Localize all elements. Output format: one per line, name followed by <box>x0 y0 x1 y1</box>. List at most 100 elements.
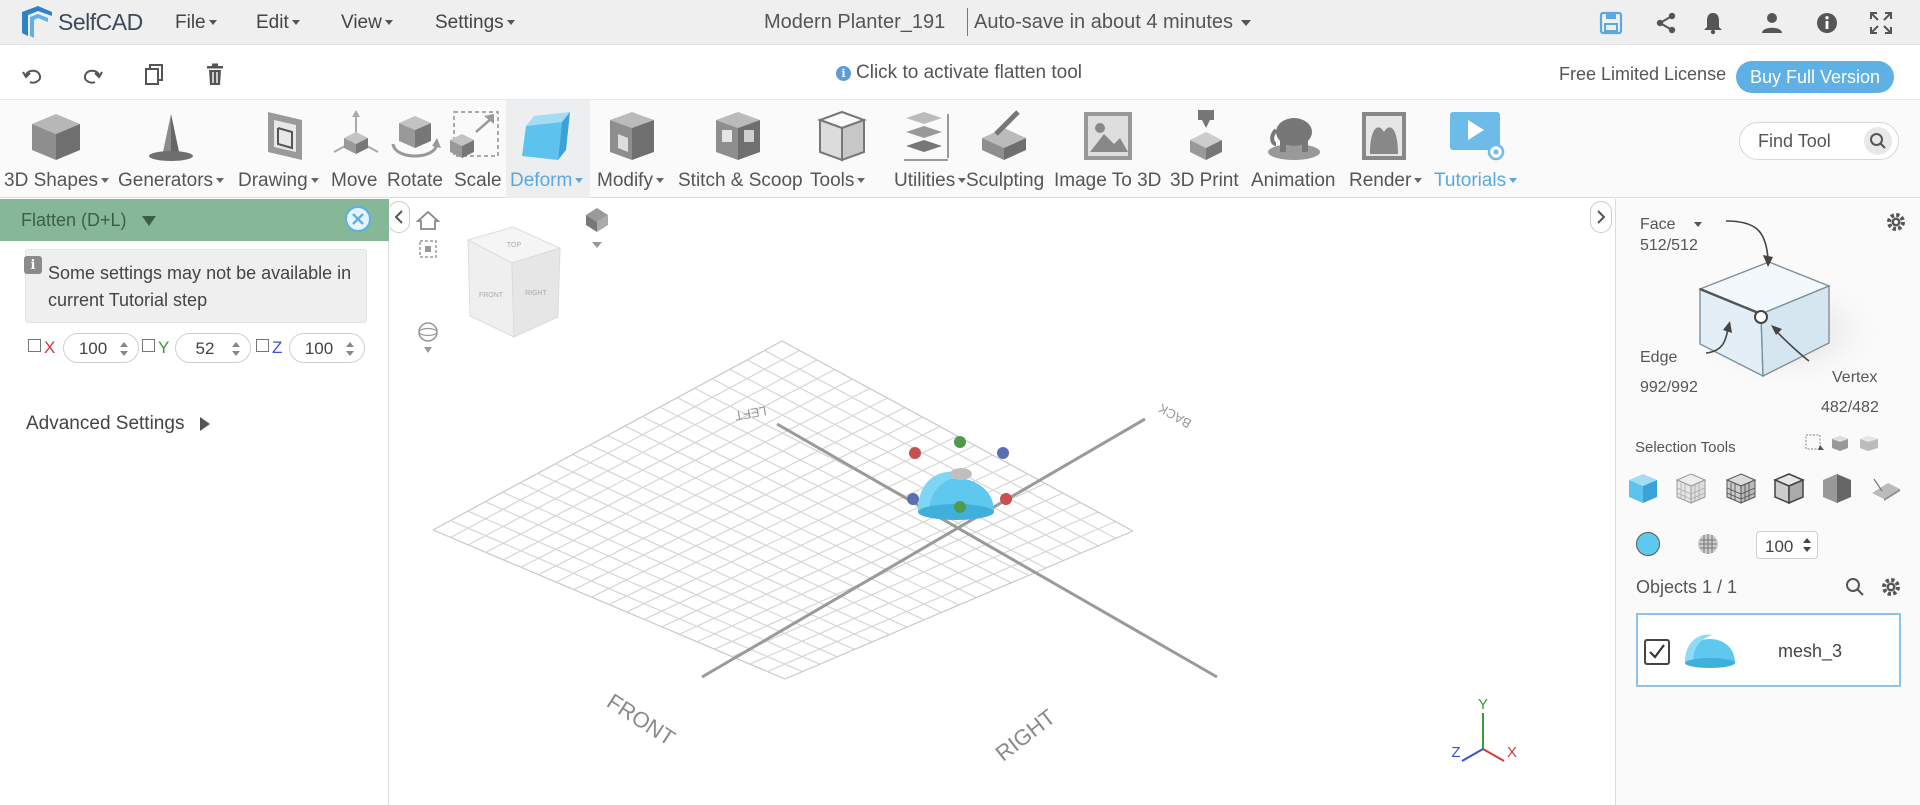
home-icon[interactable] <box>415 210 441 230</box>
select-edge-icon[interactable] <box>1724 471 1758 505</box>
image-to-3d-icon <box>1084 112 1132 160</box>
delete-icon[interactable] <box>202 61 228 87</box>
tool-3d-shapes[interactable]: 3D Shapes <box>0 100 110 198</box>
save-icon[interactable] <box>1598 10 1624 36</box>
select-object-icon[interactable] <box>1626 471 1660 505</box>
hemisphere-object[interactable] <box>918 468 994 520</box>
svg-text:RIGHT: RIGHT <box>525 290 548 297</box>
tutorial-tip: i Some settings may not be available in … <box>24 249 367 323</box>
camera-view-icon[interactable] <box>586 208 608 248</box>
info-icon[interactable] <box>1814 10 1840 36</box>
title-divider <box>967 8 968 36</box>
tool-settings-panel: Flatten (D+L) i Some settings may not be… <box>0 199 389 805</box>
stepper-icon[interactable] <box>346 341 354 357</box>
redo-icon[interactable] <box>80 61 106 87</box>
tool-move[interactable]: Move <box>326 100 382 198</box>
tool-generators[interactable]: Generators <box>113 100 229 198</box>
tool-tools[interactable]: Tools <box>806 100 878 198</box>
tool-render[interactable]: Render <box>1344 100 1424 198</box>
select-face-icon[interactable] <box>1674 471 1708 505</box>
3d-viewport[interactable]: RIGHT FRONT LEFT BACK TOP FRONT RIGHT Y … <box>390 199 1614 805</box>
share-icon[interactable] <box>1653 10 1679 36</box>
gear-icon[interactable] <box>1880 576 1902 598</box>
close-icon[interactable] <box>345 206 371 232</box>
collapse-left-panel-button[interactable] <box>390 201 410 233</box>
select-polygon-icon[interactable] <box>1820 471 1854 505</box>
object-list-item[interactable]: mesh_3 <box>1636 613 1901 687</box>
user-icon[interactable] <box>1759 10 1785 36</box>
panel-title: Flatten (D+L) <box>21 210 127 230</box>
vertex-count: 482/482 <box>1821 399 1879 416</box>
panel-header[interactable]: Flatten (D+L) <box>0 199 389 241</box>
color-swatch[interactable] <box>1636 532 1660 556</box>
axis-x-value[interactable]: 100 <box>63 333 139 363</box>
object-visibility-checkbox[interactable] <box>1644 639 1670 665</box>
vertex-label: Vertex <box>1832 369 1878 386</box>
advanced-settings-toggle[interactable]: Advanced Settings <box>26 413 211 435</box>
chevron-right-icon <box>200 417 211 431</box>
menu-file[interactable]: File <box>175 12 217 34</box>
zoom-fit-icon[interactable] <box>419 240 437 258</box>
axis-x-checkbox[interactable] <box>28 339 41 352</box>
svg-text:Y: Y <box>1478 696 1488 713</box>
stepper-icon[interactable] <box>120 341 128 357</box>
sculpting-icon <box>982 110 1026 160</box>
search-icon[interactable] <box>1864 127 1892 155</box>
select-vertex-icon[interactable] <box>1772 471 1806 505</box>
axis-y-checkbox[interactable] <box>142 339 155 352</box>
tool-scale[interactable]: Scale <box>448 100 504 198</box>
drawing-icon <box>268 112 302 160</box>
deform-icon <box>522 112 570 160</box>
tool-tutorials[interactable]: Tutorials <box>1428 100 1524 198</box>
find-tool-input[interactable] <box>1758 131 1868 152</box>
opacity-input[interactable]: 100 <box>1756 531 1818 559</box>
collapse-right-panel-button[interactable] <box>1590 201 1612 233</box>
bell-icon[interactable] <box>1700 10 1726 36</box>
objects-count: Objects 1 / 1 <box>1636 577 1738 597</box>
menu-bar: SelfCAD File Edit View Settings Modern P… <box>0 0 1920 45</box>
selfcad-logo[interactable]: SelfCAD <box>18 4 143 40</box>
gear-icon[interactable] <box>1885 211 1907 238</box>
project-title[interactable]: Modern Planter_191 <box>764 11 945 34</box>
tool-stitch-scoop[interactable]: Stitch & Scoop <box>674 100 803 198</box>
undo-icon[interactable] <box>19 61 45 87</box>
select-plane-icon[interactable] <box>1868 471 1902 505</box>
grid-label-front: FRONT <box>603 689 680 751</box>
stepper-icon[interactable] <box>232 341 240 357</box>
stepper-icon[interactable] <box>1803 537 1811 553</box>
tool-modify[interactable]: Modify <box>594 100 670 198</box>
fullscreen-icon[interactable] <box>1868 10 1894 36</box>
axis-z-checkbox[interactable] <box>256 339 269 352</box>
tool-sculpting[interactable]: Sculpting <box>962 100 1048 198</box>
axis-y-value[interactable]: 52 <box>175 333 251 363</box>
object-name: mesh_3 <box>1778 641 1843 661</box>
menu-view[interactable]: View <box>341 12 393 34</box>
info-icon: i <box>24 256 42 274</box>
texture-icon[interactable] <box>1696 532 1720 556</box>
copy-icon[interactable] <box>141 61 167 87</box>
tool-image-to-3d[interactable]: Image To 3D <box>1050 100 1164 198</box>
chevron-down-icon[interactable] <box>142 216 156 226</box>
tool-deform[interactable]: Deform <box>506 100 590 198</box>
selection-mode-icons[interactable] <box>1804 432 1884 452</box>
tool-animation[interactable]: Animation <box>1248 100 1342 198</box>
buy-full-version-button[interactable]: Buy Full Version <box>1736 61 1894 93</box>
autosave-status[interactable]: Auto-save in about 4 minutes <box>974 11 1252 34</box>
axis-z-value[interactable]: 100 <box>289 333 365 363</box>
find-tool-search[interactable] <box>1739 122 1899 160</box>
scale-icon <box>450 111 499 158</box>
tool-3d-print[interactable]: 3D Print <box>1166 100 1246 198</box>
orbit-icon[interactable] <box>418 322 438 353</box>
modify-icon <box>610 112 654 160</box>
grid-label-left: LEFT <box>734 403 768 423</box>
menu-settings[interactable]: Settings <box>435 12 515 34</box>
grid-label-right: RIGHT <box>991 704 1060 766</box>
license-label: Free Limited License <box>1559 64 1727 84</box>
object-thumbnail <box>1685 634 1735 668</box>
search-icon[interactable] <box>1845 577 1865 597</box>
tool-rotate[interactable]: Rotate <box>384 100 446 198</box>
view-cube[interactable]: TOP FRONT RIGHT <box>466 226 562 338</box>
menu-edit[interactable]: Edit <box>256 12 300 34</box>
tutorials-icon <box>1450 112 1505 161</box>
tool-drawing[interactable]: Drawing <box>234 100 322 198</box>
